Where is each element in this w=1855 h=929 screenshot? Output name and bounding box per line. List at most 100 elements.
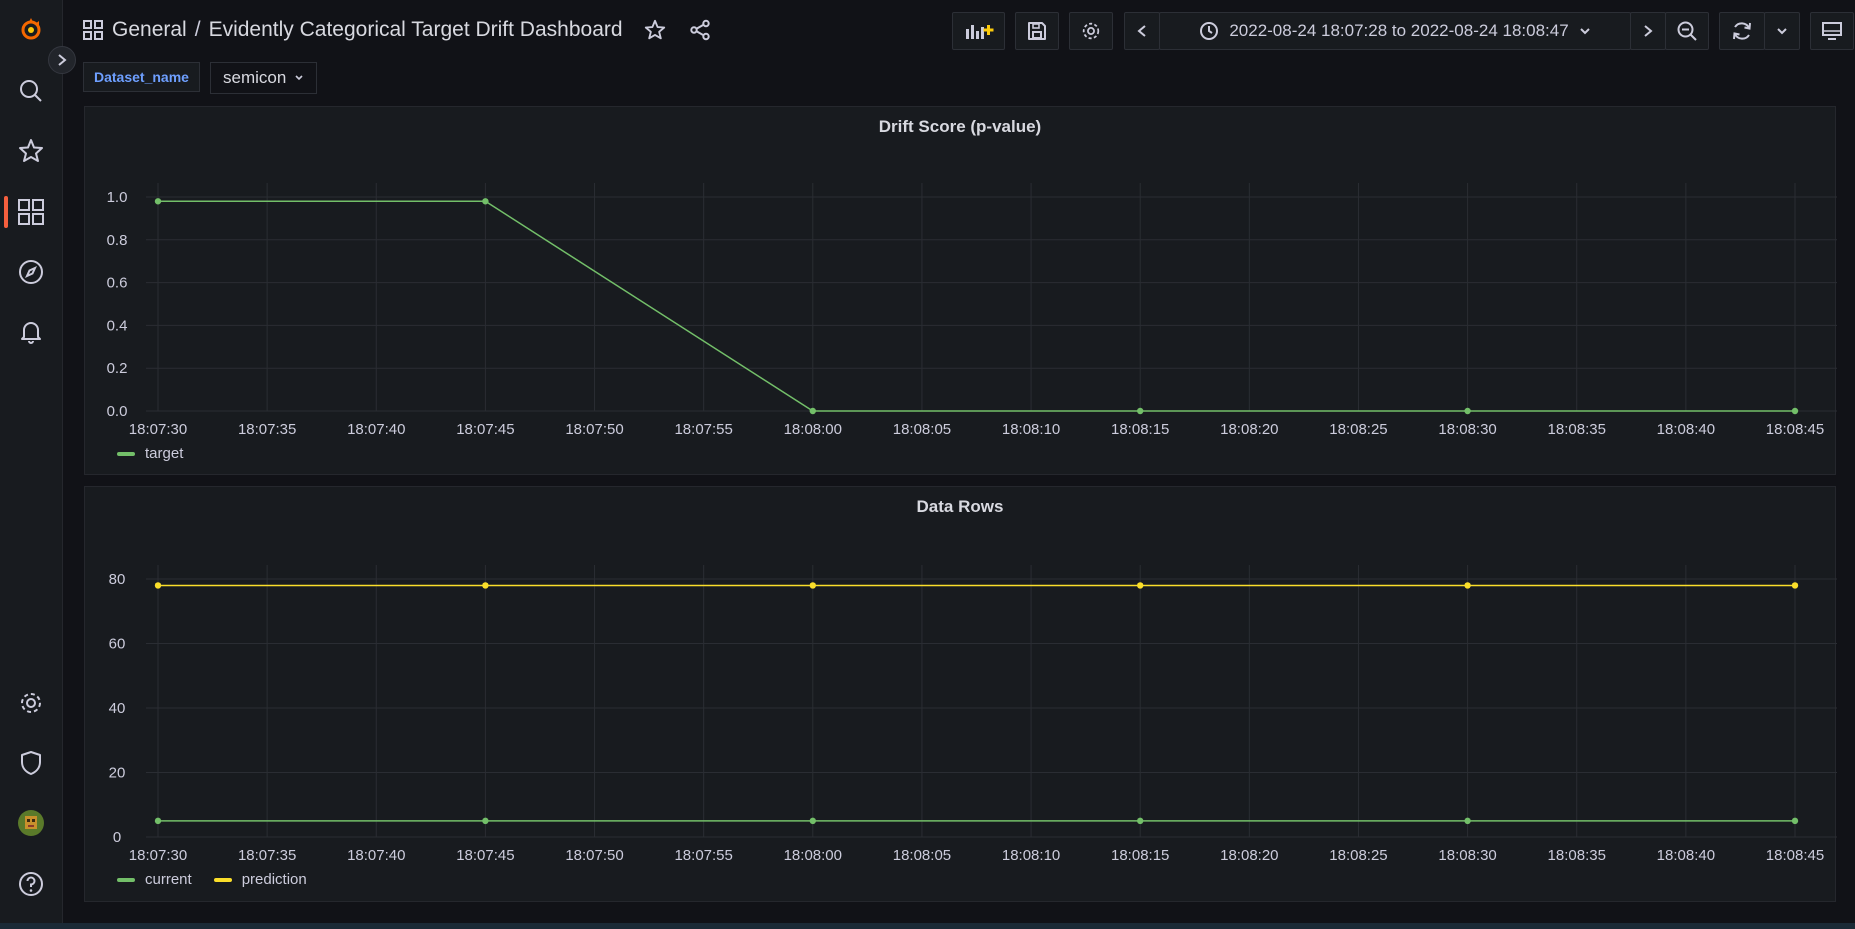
data-point-target[interactable] [1137,407,1144,415]
chevron-down-icon [295,75,303,81]
time-range-label: 2022-08-24 18:07:28 to 2022-08-24 18:08:… [1229,21,1569,40]
starred-icon[interactable] [16,136,46,166]
tv-mode-button[interactable] [1810,12,1854,50]
y-tick-label: 20 [109,765,126,782]
x-tick-label: 18:07:40 [347,847,405,864]
data-point-current[interactable] [482,817,489,825]
data-point-target[interactable] [1464,407,1471,415]
legend-item-current[interactable]: current [117,871,192,888]
data-point-current[interactable] [154,817,162,825]
save-icon [1028,22,1046,40]
variable-label: Dataset_name [83,62,200,92]
dashboard-navbar: General / Evidently Categorical Target D… [62,0,1855,64]
x-tick-label: 18:08:00 [784,421,842,438]
add-panel-icon [965,25,993,39]
x-tick-label: 18:07:45 [456,421,514,438]
chevron-down-icon [1579,28,1590,35]
dashboard-title[interactable]: Evidently Categorical Target Drift Dashb… [209,18,623,42]
grafana-logo-icon[interactable] [16,14,46,44]
x-tick-label: 18:08:20 [1220,847,1278,864]
data-point-current[interactable] [1464,817,1471,825]
x-tick-label: 18:08:00 [784,847,842,864]
data-point-current[interactable] [1791,817,1799,825]
time-shift-forward-button[interactable] [1630,12,1666,50]
dataset-name-select[interactable]: semicon [210,62,318,94]
dataset-name-value: semicon [223,68,287,87]
chevron-left-icon [1137,25,1146,37]
x-tick-label: 18:08:35 [1548,847,1606,864]
drift-score-chart: 18:07:30 18:07:35 18:07:40 18:07:45 18:07:50… [107,183,1837,438]
breadcrumb-folder-link[interactable]: General [112,18,187,42]
refresh-button[interactable] [1719,12,1765,50]
legend-item-prediction[interactable]: prediction [213,871,307,888]
x-tick-label: 18:07:35 [238,421,296,438]
x-tick-label: 18:07:50 [565,421,623,438]
x-tick-label: 18:08:20 [1220,421,1278,438]
x-tick-label: 18:07:45 [456,847,514,864]
data-point-target[interactable] [154,198,162,205]
breadcrumb: General / Evidently Categorical Target D… [82,18,711,42]
active-indicator [4,196,8,228]
x-tick-label: 18:08:30 [1438,847,1496,864]
drift-score-legend: target [117,445,183,462]
user-avatar[interactable] [16,808,46,838]
x-tick-label: 18:07:50 [565,847,623,864]
legend-label: target [145,445,184,462]
dashboard-grid-icon [83,20,103,40]
data-point-target[interactable] [482,198,489,205]
legend-item-target[interactable]: target [117,445,183,462]
server-admin-shield-icon[interactable] [16,748,46,778]
add-panel-button[interactable] [952,12,1005,50]
legend-label: prediction [241,871,307,888]
data-point-target[interactable] [809,407,816,415]
search-icon[interactable] [16,76,46,106]
data-point-target[interactable] [1791,407,1799,415]
time-range-picker[interactable]: 2022-08-24 18:07:28 to 2022-08-24 18:08:… [1159,12,1631,50]
zoom-out-icon [1677,21,1697,41]
explore-compass-icon[interactable] [16,257,46,287]
data-point-prediction[interactable] [1137,582,1144,589]
x-tick-label: 18:08:10 [1002,847,1060,864]
x-tick-label: 18:08:10 [1002,421,1060,438]
x-tick-label: 18:08:45 [1766,847,1824,864]
data-rows-panel[interactable]: Data Rows 18:07:30 18:07:35 18:07:40 18:07:… [84,486,1837,902]
data-point-prediction[interactable] [482,582,489,589]
data-point-prediction[interactable] [154,582,162,589]
alerting-bell-icon[interactable] [16,317,46,347]
data-point-prediction[interactable] [1791,582,1799,589]
dashboard-settings-button[interactable] [1069,12,1113,50]
data-point-current[interactable] [1137,817,1144,825]
refresh-interval-dropdown[interactable] [1764,12,1800,50]
dashboards-icon[interactable] [16,197,46,227]
y-tick-label: 80 [109,571,126,588]
y-tick-label: 0 [113,829,121,846]
zoom-out-button[interactable] [1665,12,1709,50]
x-tick-label: 18:08:05 [893,847,951,864]
configuration-gear-icon[interactable] [16,688,46,718]
drift-score-panel[interactable]: Drift Score (p-value) 18:07:30 18:07:35 18… [84,106,1837,475]
x-tick-label: 18:07:35 [238,847,296,864]
breadcrumb-separator: / [194,18,201,41]
data-point-prediction[interactable] [809,582,816,589]
share-icon[interactable] [689,19,711,41]
save-dashboard-button[interactable] [1015,12,1059,50]
chevron-right-icon [1644,25,1653,37]
data-rows-chart: 18:07:30 18:07:35 18:07:40 18:07:45 18:07:50… [109,565,1837,864]
x-tick-label: 18:07:55 [674,847,732,864]
x-tick-label: 18:08:15 [1111,847,1169,864]
legend-swatch [117,877,135,882]
x-tick-label: 18:08:25 [1329,421,1387,438]
y-tick-label: 60 [109,636,126,653]
y-tick-label: 0.0 [107,403,128,420]
x-tick-label: 18:08:40 [1657,847,1715,864]
data-rows-legend: current prediction [117,871,307,888]
time-shift-back-button[interactable] [1124,12,1160,50]
data-point-current[interactable] [809,817,816,825]
sidebar [0,0,63,929]
star-dashboard-icon[interactable] [643,18,667,42]
chevron-down-icon [1777,28,1787,35]
data-point-prediction[interactable] [1464,582,1471,589]
expand-sidebar-button[interactable] [48,46,76,74]
x-tick-label: 18:08:35 [1548,421,1606,438]
help-icon[interactable] [16,869,46,899]
